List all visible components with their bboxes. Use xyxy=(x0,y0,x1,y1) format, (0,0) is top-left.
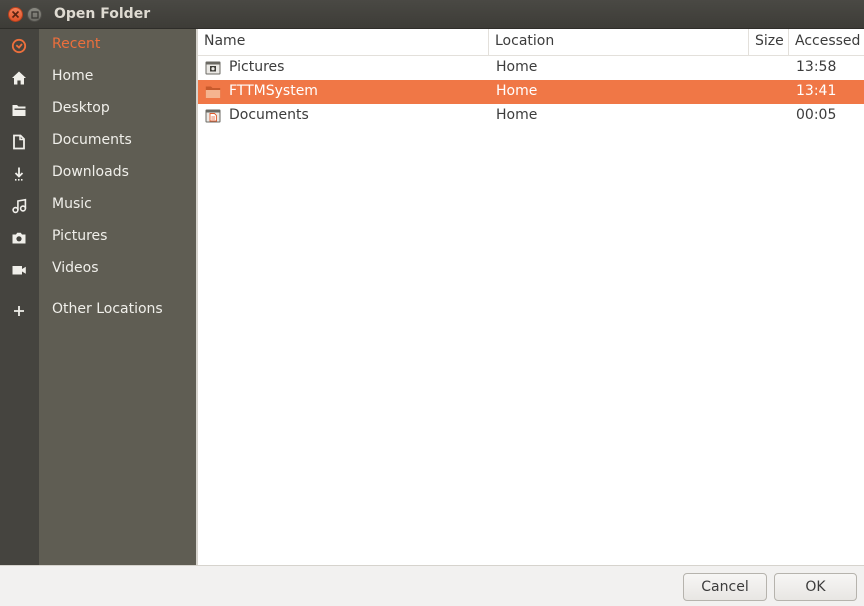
sidebar-item-music[interactable]: Music xyxy=(0,193,197,219)
sidebar-item-desktop[interactable]: Desktop xyxy=(0,97,197,123)
file-location: Home xyxy=(496,59,538,75)
sidebar-item-documents[interactable]: Documents xyxy=(0,129,197,155)
column-header-accessed[interactable]: Accessed xyxy=(795,29,860,56)
file-location: Home xyxy=(496,83,538,99)
download-icon xyxy=(9,165,29,183)
sidebar-item-videos[interactable]: Videos xyxy=(0,257,197,283)
camera-icon xyxy=(9,229,29,247)
sidebar-item-label: Videos xyxy=(52,260,99,276)
maximize-button[interactable] xyxy=(27,7,42,22)
column-divider[interactable] xyxy=(788,29,789,56)
file-name: FTTMSystem xyxy=(229,83,318,99)
table-row[interactable]: Pictures Home 13:58 xyxy=(198,56,864,80)
sidebar-item-label: Documents xyxy=(52,132,132,148)
sidebar-item-label: Other Locations xyxy=(52,301,163,317)
sidebar-item-home[interactable]: Home xyxy=(0,65,197,91)
file-location: Home xyxy=(496,107,538,123)
sidebar-item-recent[interactable]: Recent xyxy=(0,33,197,59)
sidebar-item-label: Music xyxy=(52,196,92,212)
folder-icon xyxy=(205,86,221,98)
sidebar-item-label: Home xyxy=(52,68,94,84)
video-icon xyxy=(9,261,29,279)
home-icon xyxy=(9,69,29,87)
sidebar-item-downloads[interactable]: Downloads xyxy=(0,161,197,187)
plus-icon xyxy=(9,302,29,320)
documents-folder-icon xyxy=(205,109,221,123)
ok-button[interactable]: OK xyxy=(774,573,857,601)
close-icon xyxy=(11,10,20,19)
column-divider[interactable] xyxy=(488,29,489,56)
column-header-location[interactable]: Location xyxy=(495,29,554,56)
folder-icon xyxy=(9,101,29,119)
table-row[interactable]: Documents Home 00:05 xyxy=(198,104,864,128)
music-icon xyxy=(9,197,29,215)
window-title: Open Folder xyxy=(54,6,151,22)
sidebar-item-other-locations[interactable]: Other Locations xyxy=(0,298,197,324)
sidebar-item-label: Downloads xyxy=(52,164,129,180)
file-accessed: 13:58 xyxy=(796,59,837,75)
pictures-folder-icon xyxy=(205,61,221,75)
file-name: Pictures xyxy=(229,59,285,75)
file-accessed: 13:41 xyxy=(796,83,837,99)
maximize-icon xyxy=(30,10,39,19)
title-bar: Open Folder xyxy=(0,0,864,29)
sidebar-item-label: Recent xyxy=(52,36,101,52)
close-button[interactable] xyxy=(8,7,23,22)
file-accessed: 00:05 xyxy=(796,107,837,123)
sidebar-item-label: Desktop xyxy=(52,100,110,116)
file-list: Name Location Size Accessed Pictures Hom… xyxy=(198,29,864,565)
sidebar-item-pictures[interactable]: Pictures xyxy=(0,225,197,251)
sidebar-item-label: Pictures xyxy=(52,228,108,244)
column-header-name[interactable]: Name xyxy=(204,29,245,56)
cancel-button[interactable]: Cancel xyxy=(683,573,767,601)
document-icon xyxy=(9,133,29,151)
column-divider[interactable] xyxy=(748,29,749,56)
column-header-size[interactable]: Size xyxy=(755,29,784,56)
table-row[interactable]: FTTMSystem Home 13:41 xyxy=(198,80,864,104)
column-header-row: Name Location Size Accessed xyxy=(198,29,864,56)
clock-icon xyxy=(9,37,29,55)
file-name: Documents xyxy=(229,107,309,123)
dialog-footer: Cancel OK xyxy=(0,565,864,606)
